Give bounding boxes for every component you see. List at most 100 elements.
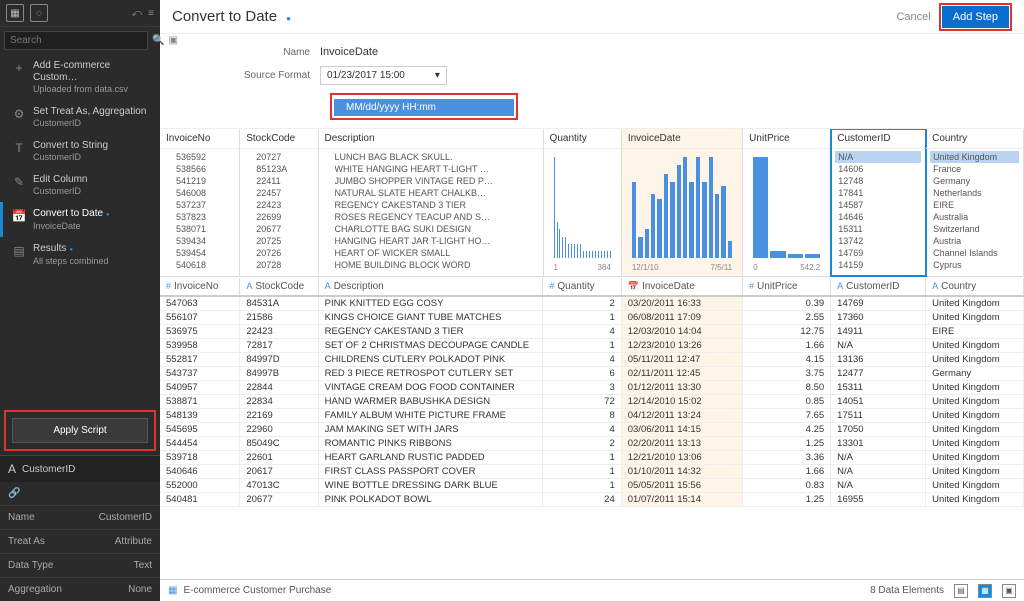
summary-item[interactable]: 538566: [164, 163, 235, 175]
summary-item[interactable]: Cyprus: [930, 259, 1019, 271]
summary-header[interactable]: Quantity: [544, 129, 621, 149]
view-mode-1[interactable]: ▤: [954, 584, 968, 598]
col-header-Description[interactable]: ADescription: [319, 278, 544, 295]
data-icon[interactable]: ▦: [6, 4, 24, 22]
summary-item[interactable]: ROSES REGENCY TEACUP AND S…: [323, 211, 539, 223]
nav-item-3[interactable]: ✎ Edit Column CustomerID: [0, 168, 160, 202]
table-row[interactable]: 54706384531APINK KNITTED EGG COSY203/20/…: [160, 297, 1024, 311]
summary-item[interactable]: HOME BUILDING BLOCK WORD: [323, 259, 539, 271]
link-icon[interactable]: 🔗: [8, 488, 20, 499]
summary-item[interactable]: United Kingdom: [930, 151, 1019, 163]
summary-item[interactable]: 22457: [244, 187, 313, 199]
view-mode-3[interactable]: ▣: [1002, 584, 1016, 598]
summary-header[interactable]: Description: [319, 129, 543, 149]
summary-item[interactable]: 20726: [244, 247, 313, 259]
summary-item[interactable]: Netherlands: [930, 187, 1019, 199]
summary-item[interactable]: 22699: [244, 211, 313, 223]
nav-item-1[interactable]: ⚙ Set Treat As, Aggregation CustomerID: [0, 100, 160, 134]
summary-item[interactable]: HEART OF WICKER SMALL: [323, 247, 539, 259]
table-row[interactable]: 54569522960JAM MAKING SET WITH JARS403/0…: [160, 423, 1024, 437]
summary-item[interactable]: 14646: [835, 211, 921, 223]
table-row[interactable]: 53697522423REGENCY CAKESTAND 3 TIER412/0…: [160, 325, 1024, 339]
summary-header[interactable]: InvoiceNo: [160, 129, 239, 149]
summary-item[interactable]: NATURAL SLATE HEART CHALKB…: [323, 187, 539, 199]
col-header-Quantity[interactable]: #Quantity: [543, 278, 621, 295]
summary-item[interactable]: 13742: [835, 235, 921, 247]
undo-icon[interactable]: ⤺: [131, 8, 142, 19]
footer-tab[interactable]: E-commerce Customer Purchase: [183, 585, 331, 596]
summary-item[interactable]: 15311: [835, 223, 921, 235]
summary-item[interactable]: 14159: [835, 259, 921, 271]
summary-item[interactable]: Channel Islands: [930, 247, 1019, 259]
summary-item[interactable]: 539454: [164, 247, 235, 259]
summary-header[interactable]: Country: [926, 129, 1023, 149]
recipe-icon[interactable]: ◌: [30, 4, 48, 22]
col-header-InvoiceDate[interactable]: 📅InvoiceDate: [622, 278, 743, 295]
summary-item[interactable]: 14587: [835, 199, 921, 211]
table-row[interactable]: 55610721586KINGS CHOICE GIANT TUBE MATCH…: [160, 311, 1024, 325]
summary-item[interactable]: HANGING HEART JAR T-LIGHT HO…: [323, 235, 539, 247]
summary-item[interactable]: REGENCY CAKESTAND 3 TIER: [323, 199, 539, 211]
summary-item[interactable]: 20677: [244, 223, 313, 235]
table-row[interactable]: 54813922169FAMILY ALBUM WHITE PICTURE FR…: [160, 409, 1024, 423]
nav-item-4[interactable]: 📅 Convert to Date InvoiceDate: [0, 202, 160, 237]
summary-item[interactable]: WHITE HANGING HEART T-LIGHT …: [323, 163, 539, 175]
summary-item[interactable]: 85123A: [244, 163, 313, 175]
summary-item[interactable]: LUNCH BAG BLACK SKULL.: [323, 151, 539, 163]
summary-header[interactable]: InvoiceDate: [622, 129, 742, 149]
summary-item[interactable]: JUMBO SHOPPER VINTAGE RED P…: [323, 175, 539, 187]
table-row[interactable]: 55281784997DCHILDRENS CUTLERY POLKADOT P…: [160, 353, 1024, 367]
summary-item[interactable]: 20727: [244, 151, 313, 163]
format-pattern-input[interactable]: MM/dd/yyyy HH:mm: [334, 99, 514, 116]
summary-item[interactable]: France: [930, 163, 1019, 175]
summary-item[interactable]: 12748: [835, 175, 921, 187]
summary-item[interactable]: 20728: [244, 259, 313, 271]
summary-item[interactable]: 537237: [164, 199, 235, 211]
summary-item[interactable]: 536592: [164, 151, 235, 163]
cancel-button[interactable]: Cancel: [896, 11, 930, 23]
nav-item-0[interactable]: + Add E-commerce Custom… Uploaded from d…: [0, 54, 160, 100]
summary-item[interactable]: Austria: [930, 235, 1019, 247]
summary-item[interactable]: CHARLOTTE BAG SUKI DESIGN: [323, 223, 539, 235]
menu-icon[interactable]: ≡: [148, 8, 154, 19]
summary-item[interactable]: 20725: [244, 235, 313, 247]
summary-item[interactable]: Switzerland: [930, 223, 1019, 235]
col-header-InvoiceNo[interactable]: #InvoiceNo: [160, 278, 240, 295]
table-row[interactable]: 54095722844VINTAGE CREAM DOG FOOD CONTAI…: [160, 381, 1024, 395]
summary-item[interactable]: 546008: [164, 187, 235, 199]
apply-script-button[interactable]: Apply Script: [12, 418, 148, 443]
summary-item[interactable]: 22411: [244, 175, 313, 187]
search-input[interactable]: [4, 31, 148, 50]
col-header-CustomerID[interactable]: ACustomerID: [831, 278, 926, 295]
add-step-button[interactable]: Add Step: [942, 6, 1009, 28]
nav-item-2[interactable]: T Convert to String CustomerID: [0, 134, 160, 168]
format-select[interactable]: 01/23/2017 15:00 ▾: [320, 66, 447, 85]
summary-header[interactable]: CustomerID: [831, 129, 925, 149]
summary-item[interactable]: 14769: [835, 247, 921, 259]
col-header-StockCode[interactable]: AStockCode: [240, 278, 318, 295]
table-row[interactable]: 53971822601HEART GARLAND RUSTIC PADDED11…: [160, 451, 1024, 465]
summary-item[interactable]: Australia: [930, 211, 1019, 223]
summary-item[interactable]: 537823: [164, 211, 235, 223]
table-row[interactable]: 55200047013CWINE BOTTLE DRESSING DARK BL…: [160, 479, 1024, 493]
summary-header[interactable]: UnitPrice: [743, 129, 830, 149]
summary-header[interactable]: StockCode: [240, 129, 317, 149]
table-row[interactable]: 54373784997BRED 3 PIECE RETROSPOT CUTLER…: [160, 367, 1024, 381]
nav-item-5[interactable]: ▤ Results All steps combined: [0, 237, 160, 272]
summary-item[interactable]: 22423: [244, 199, 313, 211]
summary-item[interactable]: 14606: [835, 163, 921, 175]
col-header-UnitPrice[interactable]: #UnitPrice: [743, 278, 831, 295]
table-row[interactable]: 53887122834HAND WARMER BABUSHKA DESIGN72…: [160, 395, 1024, 409]
table-row[interactable]: 54445485049CROMANTIC PINKS RIBBONS202/20…: [160, 437, 1024, 451]
table-row[interactable]: 53995872817SET OF 2 CHRISTMAS DECOUPAGE …: [160, 339, 1024, 353]
summary-item[interactable]: 538071: [164, 223, 235, 235]
summary-item[interactable]: N/A: [835, 151, 921, 163]
summary-item[interactable]: Germany: [930, 175, 1019, 187]
summary-item[interactable]: 540618: [164, 259, 235, 271]
view-mode-2[interactable]: ▦: [978, 584, 992, 598]
summary-item[interactable]: EIRE: [930, 199, 1019, 211]
summary-item[interactable]: 17841: [835, 187, 921, 199]
table-row[interactable]: 54048120677PINK POLKADOT BOWL2401/07/201…: [160, 493, 1024, 507]
summary-item[interactable]: 541219: [164, 175, 235, 187]
table-row[interactable]: 54064620617FIRST CLASS PASSPORT COVER101…: [160, 465, 1024, 479]
